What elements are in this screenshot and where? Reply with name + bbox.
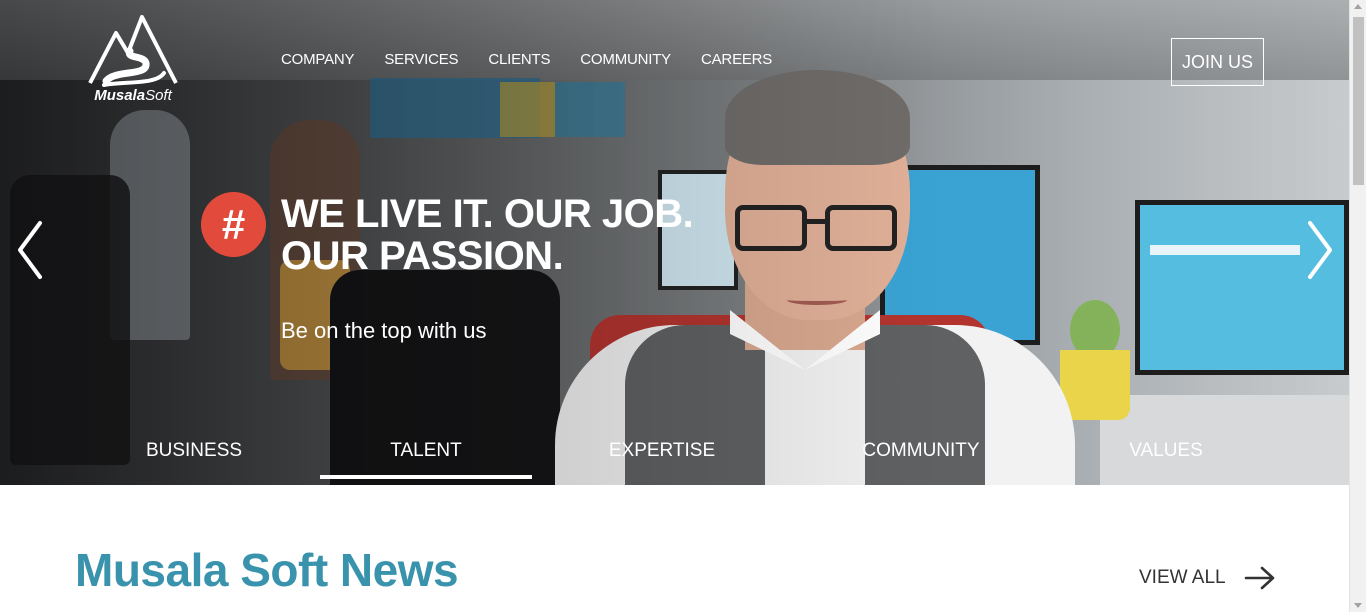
hero-headline: WE LIVE IT. OUR JOB. OUR PASSION. — [281, 192, 694, 278]
arrow-right-icon — [1244, 566, 1274, 590]
site-logo[interactable]: MusalaSoft — [86, 15, 180, 104]
join-us-button[interactable]: JOIN US — [1171, 38, 1264, 86]
hero-subline: Be on the top with us — [281, 318, 487, 343]
nav-careers[interactable]: CAREERS — [701, 51, 772, 68]
page-scrollbar[interactable] — [1349, 0, 1366, 612]
chevron-left-icon — [18, 221, 42, 279]
mountain-logo-icon — [88, 15, 178, 87]
scrollbar-thumb[interactable] — [1353, 17, 1364, 185]
logo-wordmark: MusalaSoft — [94, 87, 172, 104]
slider-tabs: BUSINESS TALENT EXPERTISE COMMUNITY VALU… — [0, 440, 1349, 485]
scroll-down-arrow-icon[interactable] — [1354, 603, 1362, 608]
slider-next-button[interactable] — [1300, 215, 1340, 285]
tab-values[interactable]: VALUES — [1060, 440, 1272, 480]
tab-expertise[interactable]: EXPERTISE — [556, 440, 768, 480]
headline-line-2: OUR PASSION. — [281, 234, 564, 278]
nav-clients[interactable]: CLIENTS — [488, 51, 550, 68]
nav-company[interactable]: COMPANY — [281, 51, 355, 68]
nav-community[interactable]: COMMUNITY — [580, 51, 671, 68]
headline-line-1: WE LIVE IT. OUR JOB. — [281, 192, 694, 236]
tab-business[interactable]: BUSINESS — [88, 440, 300, 480]
hero-slider: MusalaSoft COMPANY SERVICES CLIENTS COMM… — [0, 0, 1349, 485]
view-all-label: VIEW ALL — [1139, 567, 1226, 588]
view-all-link[interactable]: VIEW ALL — [1139, 566, 1276, 590]
main-nav: COMPANY SERVICES CLIENTS COMMUNITY CAREE… — [281, 51, 772, 68]
slider-prev-button[interactable] — [10, 215, 50, 285]
chevron-right-icon — [1308, 221, 1332, 279]
tab-community[interactable]: COMMUNITY — [815, 440, 1027, 480]
tab-talent[interactable]: TALENT — [320, 440, 532, 480]
nav-services[interactable]: SERVICES — [384, 51, 458, 68]
news-section-title: Musala Soft News — [75, 544, 459, 596]
hashtag-badge: # — [201, 192, 266, 257]
scroll-up-arrow-icon[interactable] — [1354, 4, 1362, 9]
